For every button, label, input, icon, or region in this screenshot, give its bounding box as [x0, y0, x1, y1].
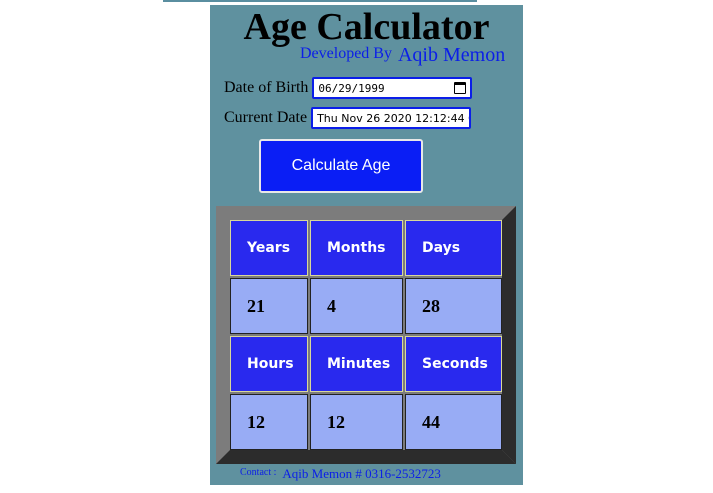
current-date-input[interactable]: Thu Nov 26 2020 12:12:44 G: [311, 107, 472, 129]
table-row: Hours Minutes Seconds: [230, 336, 502, 392]
calculate-age-button[interactable]: Calculate Age: [259, 139, 423, 193]
current-date-row: Current Date Thu Nov 26 2020 12:12:44 G: [224, 105, 472, 131]
days-value: 28: [405, 278, 502, 334]
dob-row: Date of Birth 06/29/1999: [224, 75, 473, 101]
minutes-value: 12: [310, 394, 403, 450]
contact-label: Contact :: [240, 467, 277, 478]
frame-bevel-bottom: [216, 450, 516, 464]
results-table: Years Months Days 21 4 28 Hours Minutes …: [228, 218, 504, 452]
months-header: Months: [310, 220, 403, 276]
contact-info: Contact : Aqib Memon # 0316-2532723: [240, 465, 441, 483]
current-date-label: Current Date: [224, 109, 308, 126]
calendar-icon[interactable]: [454, 82, 467, 94]
contact-value: Aqib Memon # 0316-2532723: [282, 466, 441, 481]
dob-value: 06/29/1999: [318, 81, 385, 95]
table-row: 21 4 28: [230, 278, 502, 334]
years-value: 21: [230, 278, 308, 334]
results-frame: Years Months Days 21 4 28 Hours Minutes …: [216, 206, 516, 464]
seconds-value: 44: [405, 394, 502, 450]
developer-name: Aqib Memon: [397, 44, 506, 66]
table-row: Years Months Days: [230, 220, 502, 276]
age-calculator-panel: Age Calculator Developed By Aqib Memon D…: [210, 5, 523, 485]
current-date-value: Thu Nov 26 2020 12:12:44 G: [317, 111, 472, 125]
dob-label: Date of Birth: [224, 79, 309, 96]
minutes-header: Minutes: [310, 336, 403, 392]
hours-header: Hours: [230, 336, 308, 392]
table-row: 12 12 44: [230, 394, 502, 450]
seconds-header: Seconds: [405, 336, 502, 392]
top-divider: [163, 0, 477, 2]
developer-credit: Developed By Aqib Memon: [300, 41, 506, 66]
developed-by-label: Developed By: [300, 45, 392, 62]
frame-bevel-right: [502, 206, 516, 464]
months-value: 4: [310, 278, 403, 334]
days-header: Days: [405, 220, 502, 276]
date-of-birth-input[interactable]: 06/29/1999: [312, 77, 473, 99]
hours-value: 12: [230, 394, 308, 450]
years-header: Years: [230, 220, 308, 276]
